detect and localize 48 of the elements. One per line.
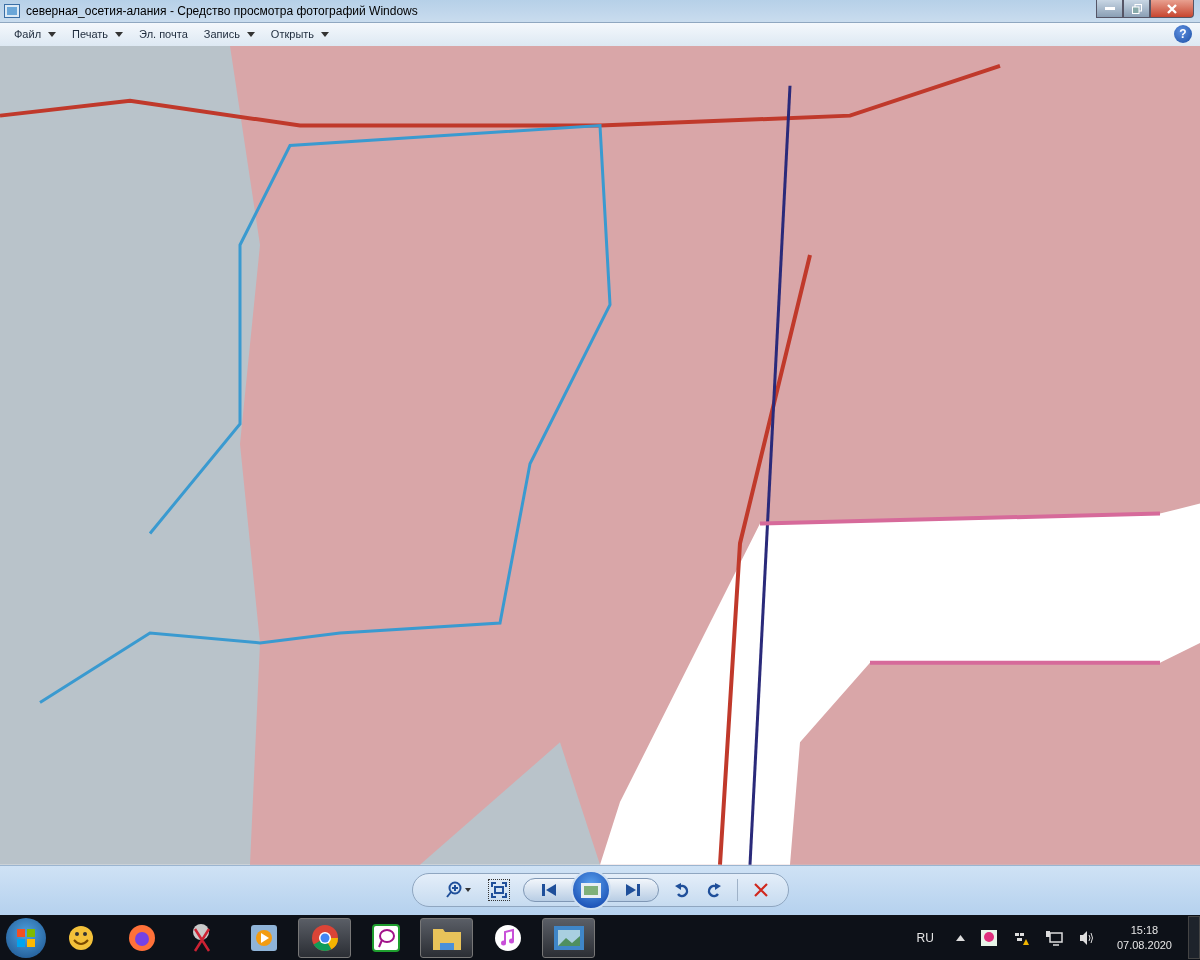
fit-icon	[490, 882, 507, 899]
speaker-icon[interactable]	[1078, 929, 1095, 946]
taskbar-app[interactable]	[420, 917, 473, 958]
slideshow-button[interactable]	[570, 870, 611, 911]
menu-item[interactable]: Файл	[6, 26, 65, 43]
firefox-icon	[126, 922, 157, 953]
minimize-icon	[1104, 6, 1115, 11]
caret-icon	[321, 31, 330, 37]
delete-icon	[753, 883, 768, 898]
help-button[interactable]: ?	[1174, 25, 1192, 44]
restore-button[interactable]	[1123, 0, 1150, 18]
menu-item[interactable]: Запись	[195, 26, 263, 43]
restore-icon	[1131, 3, 1142, 14]
computer-icon[interactable]	[1044, 929, 1063, 946]
speech-bubble-icon	[371, 923, 400, 952]
menu-item[interactable]: Печать	[64, 26, 132, 43]
rotate-right-icon	[706, 882, 721, 899]
next-icon	[625, 884, 640, 897]
menu-item[interactable]: Эл. почта	[131, 26, 196, 43]
caret-icon	[246, 31, 255, 37]
speech-bubble-icon[interactable]	[980, 929, 997, 946]
previous-icon	[541, 884, 556, 897]
picture-icon	[580, 882, 601, 898]
zoom-icon	[444, 881, 473, 900]
close-button[interactable]	[1150, 0, 1194, 18]
previous-button[interactable]	[522, 878, 575, 903]
caret-icon[interactable]	[955, 934, 965, 941]
caret-icon	[48, 31, 57, 37]
chrome-icon	[309, 922, 340, 953]
picture-icon	[553, 925, 584, 950]
window-title: северная_осетия-алания - Средство просмотра фотографий Windows	[26, 3, 418, 18]
minimize-button[interactable]	[1096, 0, 1123, 18]
caret-icon	[115, 31, 124, 37]
language-indicator[interactable]: RU	[916, 930, 934, 945]
menu-item[interactable]: Открыть	[262, 26, 338, 43]
taskbar-app[interactable]	[298, 917, 351, 958]
clock-time[interactable]: 15:18	[1130, 924, 1159, 937]
play-icon	[250, 924, 277, 951]
clock-date[interactable]: 07.08.2020	[1116, 939, 1172, 952]
fit-to-window-button[interactable]	[488, 880, 509, 901]
start-button[interactable]	[6, 917, 46, 958]
music-note-icon	[493, 923, 522, 952]
close-icon	[1167, 3, 1177, 14]
windows-logo-icon	[16, 927, 36, 948]
photo-viewer-icon	[4, 3, 20, 18]
next-button[interactable]	[606, 878, 659, 903]
rotate-left-icon	[674, 882, 689, 899]
taskbar-app[interactable]	[542, 917, 595, 958]
